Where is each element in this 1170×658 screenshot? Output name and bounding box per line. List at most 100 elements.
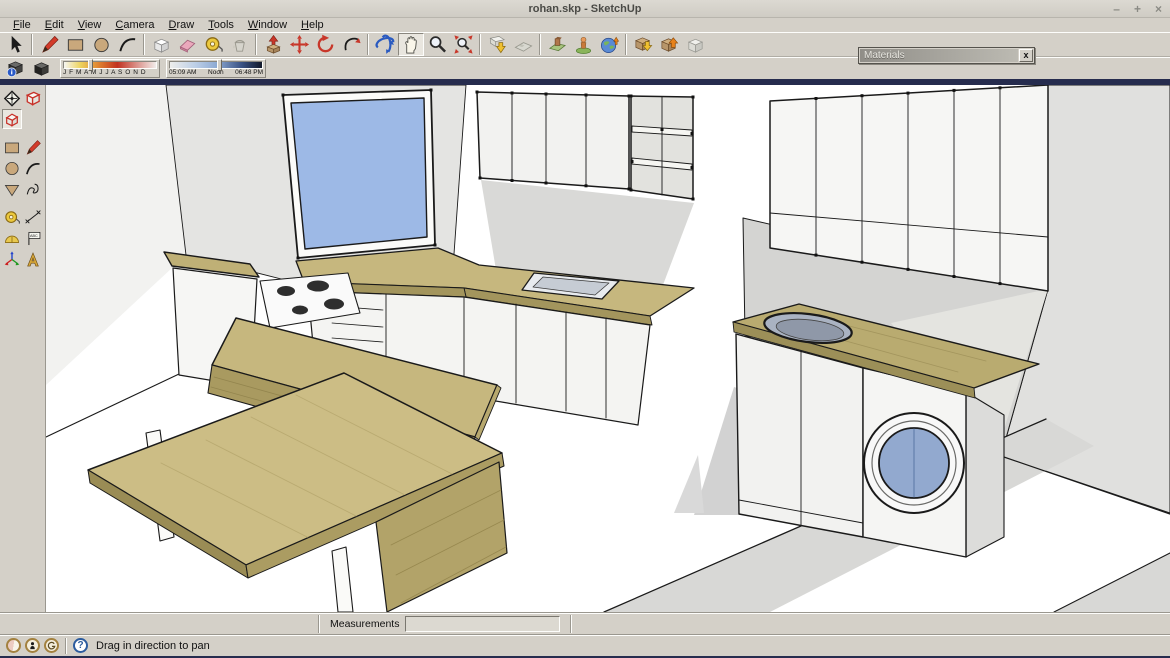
- palette-line-button[interactable]: [23, 137, 43, 157]
- tape-measure-button[interactable]: [200, 33, 226, 56]
- minimize-button[interactable]: –: [1113, 2, 1120, 16]
- tape-measure-icon: [203, 34, 224, 55]
- zoom-extents-button[interactable]: [450, 33, 476, 56]
- compass-tool-button[interactable]: [2, 88, 22, 108]
- share-component-button[interactable]: [682, 33, 708, 56]
- model-viewport[interactable]: [46, 85, 1170, 612]
- menu-edit[interactable]: Edit: [38, 19, 71, 31]
- menu-camera[interactable]: Camera: [108, 19, 161, 31]
- zoom-tool-button[interactable]: [424, 33, 450, 56]
- palette-freehand-button[interactable]: [23, 179, 43, 199]
- line-tool-button[interactable]: [36, 33, 62, 56]
- maximize-button[interactable]: +: [1134, 2, 1141, 16]
- menu-view[interactable]: View: [71, 19, 109, 31]
- get-models-icon: [633, 34, 654, 55]
- sketchup-window: rohan.skp - SketchUp – + × File Edit Vie…: [0, 0, 1170, 658]
- get-models-button[interactable]: [630, 33, 656, 56]
- materials-panel-title[interactable]: Materials: [860, 49, 1018, 62]
- make-component-button[interactable]: [148, 33, 174, 56]
- close-button[interactable]: ×: [1155, 2, 1162, 16]
- rectangle-tool-button[interactable]: [62, 33, 88, 56]
- 3d-text-icon: [24, 250, 42, 269]
- person-icon: [573, 34, 594, 55]
- component-box-icon: [151, 34, 172, 55]
- paint-bucket-icon: [229, 34, 250, 55]
- paint-bucket-button[interactable]: [226, 33, 252, 56]
- laundry-base-cabinet[interactable]: [736, 334, 863, 537]
- share-component-icon: [685, 34, 706, 55]
- push-pull-button[interactable]: [260, 33, 286, 56]
- eraser-tool-button[interactable]: [174, 33, 200, 56]
- photo-textures-button[interactable]: [544, 33, 570, 56]
- time-start-label: 05:09 AM: [169, 69, 196, 77]
- date-slider[interactable]: [63, 61, 157, 69]
- date-slider-thumb[interactable]: [88, 59, 93, 71]
- pencil-icon: [39, 34, 60, 55]
- circle-icon: [3, 159, 21, 178]
- arc-icon: [24, 159, 42, 178]
- circle-tool-button[interactable]: [88, 33, 114, 56]
- palette-rectangle-button[interactable]: [2, 137, 22, 157]
- palette-axes-button[interactable]: [2, 249, 22, 269]
- globe-icon: [599, 34, 620, 55]
- face-box-tool-button[interactable]: [23, 88, 43, 108]
- month-labels: J F M A M J J A S O N D: [63, 69, 157, 77]
- pan-tool-button[interactable]: [398, 33, 424, 56]
- palette-protractor-button[interactable]: [2, 228, 22, 248]
- measure-separator: [570, 615, 572, 633]
- palette-arc-button[interactable]: [23, 158, 43, 178]
- tape-measure-icon: [3, 208, 21, 227]
- model-building-button[interactable]: [570, 33, 596, 56]
- offset-tool-button[interactable]: [338, 33, 364, 56]
- arc-tool-button[interactable]: [114, 33, 140, 56]
- toggle-terrain-button[interactable]: [510, 33, 536, 56]
- menu-window[interactable]: Window: [241, 19, 294, 31]
- preview-google-earth-button[interactable]: [596, 33, 622, 56]
- kitchen-model-scene[interactable]: [46, 85, 1170, 612]
- palette-dimension-button[interactable]: [23, 207, 43, 227]
- shadow-settings-button[interactable]: [2, 59, 28, 79]
- measurements-input[interactable]: [405, 616, 560, 632]
- select-tool-button[interactable]: [2, 33, 28, 56]
- share-models-button[interactable]: [656, 33, 682, 56]
- circle-icon: [91, 34, 112, 55]
- window-title: rohan.skp - SketchUp: [528, 3, 641, 15]
- orbit-tool-button[interactable]: [372, 33, 398, 56]
- kitchen-window[interactable]: [283, 90, 435, 258]
- geolocation-status-icon: [6, 638, 21, 653]
- time-slider[interactable]: [169, 61, 263, 69]
- zoom-extents-icon: [453, 34, 474, 55]
- palette-text-button[interactable]: ABC: [23, 228, 43, 248]
- menu-file[interactable]: File: [6, 19, 38, 31]
- upper-cabinets[interactable]: [477, 92, 629, 189]
- toggle-shadows-button[interactable]: [28, 59, 54, 79]
- materials-close-button[interactable]: x: [1019, 49, 1033, 62]
- menu-tools[interactable]: Tools: [201, 19, 241, 31]
- face-box-2-tool-button[interactable]: [2, 109, 22, 129]
- red-box-icon: [24, 89, 42, 108]
- rectangle-icon: [65, 34, 86, 55]
- toolbar-separator: [255, 34, 257, 55]
- title-bar[interactable]: rohan.skp - SketchUp – + ×: [0, 0, 1170, 18]
- status-separator: [65, 638, 67, 654]
- palette-circle-button[interactable]: [2, 158, 22, 178]
- open-shelf-unit[interactable]: [631, 96, 693, 199]
- palette-tape-measure-button[interactable]: [2, 207, 22, 227]
- rotate-tool-button[interactable]: [312, 33, 338, 56]
- svg-text:ABC: ABC: [30, 234, 38, 238]
- time-slider-thumb[interactable]: [217, 59, 222, 71]
- red-box-open-icon: [3, 110, 21, 129]
- eraser-icon: [177, 34, 198, 55]
- status-hint-text: Drag in direction to pan: [96, 640, 210, 652]
- menu-help[interactable]: Help: [294, 19, 331, 31]
- palette-polygon-button[interactable]: [2, 179, 22, 199]
- shadow-date-slider-panel: J F M A M J J A S O N D: [60, 59, 160, 78]
- materials-panel[interactable]: Materials x: [858, 47, 1035, 64]
- menu-draw[interactable]: Draw: [162, 19, 202, 31]
- palette-3d-text-button[interactable]: [23, 249, 43, 269]
- help-icon[interactable]: ?: [73, 638, 88, 653]
- measurements-label: Measurements: [330, 618, 399, 630]
- shadow-settings-icon: [5, 58, 26, 79]
- move-tool-button[interactable]: [286, 33, 312, 56]
- get-current-view-button[interactable]: [484, 33, 510, 56]
